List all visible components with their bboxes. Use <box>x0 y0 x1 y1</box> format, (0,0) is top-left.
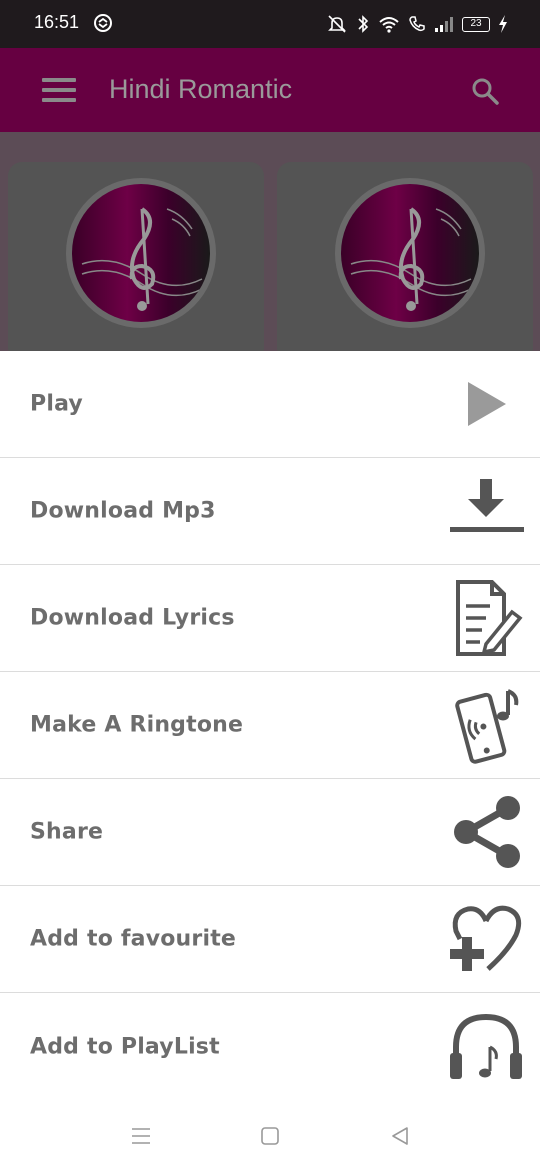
option-label: Play <box>30 391 83 417</box>
option-download-lyrics[interactable]: Download Lyrics <box>0 565 540 672</box>
search-icon[interactable] <box>470 76 500 106</box>
recents-menu-icon[interactable] <box>129 1124 153 1148</box>
lyrics-document-icon <box>446 578 526 658</box>
menu-icon[interactable] <box>42 78 76 102</box>
back-triangle-icon[interactable] <box>388 1124 412 1148</box>
option-make-ringtone[interactable]: Make A Ringtone <box>0 672 540 779</box>
option-label: Download Lyrics <box>30 605 235 631</box>
status-icons: 23 <box>326 12 508 36</box>
headphones-music-icon <box>446 1007 526 1087</box>
option-label: Download Mp3 <box>30 498 216 524</box>
options-bottom-sheet: Play Download Mp3 Download Lyrics Make A… <box>0 351 540 1100</box>
call-icon <box>409 16 425 32</box>
option-share[interactable]: Share <box>0 779 540 886</box>
download-icon <box>446 471 526 551</box>
option-label: Make A Ringtone <box>30 712 244 738</box>
nfc-icon <box>94 14 112 32</box>
bluetooth-icon <box>358 15 369 33</box>
music-disc-icon <box>335 178 485 328</box>
heart-plus-icon <box>446 899 526 979</box>
app-bar: Hindi Romantic <box>0 48 540 132</box>
song-card[interactable] <box>8 162 264 362</box>
background-content <box>0 132 540 362</box>
song-card[interactable] <box>277 162 533 362</box>
signal-icon <box>435 17 453 32</box>
option-label: Add to favourite <box>30 926 237 952</box>
music-disc-icon <box>66 178 216 328</box>
share-icon <box>446 792 526 872</box>
option-add-playlist[interactable]: Add to PlayList <box>0 993 540 1100</box>
option-label: Add to PlayList <box>30 1034 220 1059</box>
status-time: 16:51 <box>34 12 80 32</box>
play-icon <box>446 364 526 444</box>
option-play[interactable]: Play <box>0 351 540 458</box>
mute-bell-icon <box>328 15 346 33</box>
battery-icon: 23 <box>462 16 490 32</box>
status-bar: 16:51 23 <box>0 0 540 48</box>
option-add-favourite[interactable]: Add to favourite <box>0 886 540 993</box>
app-title: Hindi Romantic <box>109 74 293 104</box>
wifi-icon <box>379 17 399 33</box>
option-download-mp3[interactable]: Download Mp3 <box>0 458 540 565</box>
system-nav-bar <box>0 1100 540 1170</box>
option-label: Share <box>30 819 104 845</box>
ringtone-phone-icon <box>446 685 526 765</box>
home-square-icon[interactable] <box>258 1124 282 1148</box>
charging-icon <box>499 15 507 33</box>
